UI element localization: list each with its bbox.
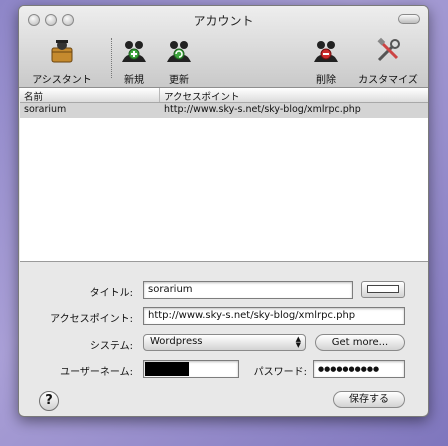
system-select[interactable]: Wordpress ▲ ▼ bbox=[143, 334, 306, 351]
assistant-button[interactable]: アシスタント bbox=[25, 36, 99, 86]
delete-label: 削除 bbox=[316, 75, 336, 86]
delete-button[interactable]: 削除 bbox=[309, 36, 343, 86]
table-header: 名前 アクセスポイント bbox=[20, 88, 428, 103]
tools-icon bbox=[377, 37, 400, 62]
color-swatch bbox=[367, 285, 399, 293]
column-header-access-point[interactable]: アクセスポイント bbox=[160, 88, 428, 103]
assistant-icon bbox=[51, 40, 73, 63]
remove-user-icon bbox=[314, 41, 338, 62]
username-label: ユーザーネーム: bbox=[60, 367, 133, 378]
toolbar-toggle-button[interactable] bbox=[398, 14, 420, 24]
account-table: 名前 アクセスポイント sorarium http://www.sky-s.ne… bbox=[20, 88, 428, 262]
new-button[interactable]: 新規 bbox=[117, 36, 151, 86]
customize-label: カスタマイズ bbox=[358, 75, 418, 86]
table-row[interactable]: sorarium http://www.sky-s.net/sky-blog/x… bbox=[20, 103, 428, 118]
color-well-button[interactable] bbox=[361, 281, 405, 298]
update-button[interactable]: 更新 bbox=[159, 36, 199, 86]
new-label: 新規 bbox=[124, 75, 144, 86]
window-title: アカウント bbox=[193, 14, 254, 28]
save-button[interactable]: 保存する bbox=[333, 391, 405, 408]
password-label: パスワード: bbox=[253, 367, 307, 378]
username-field[interactable] bbox=[143, 360, 239, 378]
column-header-name[interactable]: 名前 bbox=[20, 88, 160, 103]
row-access-point: http://www.sky-s.net/sky-blog/xmlrpc.php bbox=[164, 104, 361, 115]
assistant-label: アシスタント bbox=[32, 75, 92, 86]
password-field[interactable]: ●●●●●●●●●● bbox=[313, 360, 405, 378]
add-user-icon bbox=[122, 41, 146, 62]
chevron-updown-icon: ▲ ▼ bbox=[295, 335, 301, 349]
update-label: 更新 bbox=[169, 75, 189, 86]
row-name: sorarium bbox=[24, 104, 67, 115]
title-field[interactable]: sorarium bbox=[143, 281, 353, 299]
system-label: システム: bbox=[89, 341, 133, 352]
get-more-button[interactable]: Get more... bbox=[315, 334, 405, 351]
refresh-user-icon bbox=[167, 41, 191, 62]
account-window: アカウント アシスタント 新規 更新 削除 カスタマイズ 名前 アクセスポイント… bbox=[18, 5, 429, 417]
access-point-label: アクセスポイント: bbox=[50, 314, 133, 325]
toolbar: アカウント アシスタント 新規 更新 削除 カスタマイズ bbox=[19, 6, 428, 88]
access-point-field[interactable]: http://www.sky-s.net/sky-blog/xmlrpc.php bbox=[143, 307, 405, 325]
help-button[interactable]: ? bbox=[39, 391, 59, 411]
username-redacted bbox=[145, 362, 189, 376]
title-label: タイトル: bbox=[89, 288, 133, 299]
toolbar-separator bbox=[111, 38, 112, 78]
system-select-value: Wordpress bbox=[150, 336, 203, 347]
customize-button[interactable]: カスタマイズ bbox=[351, 36, 425, 86]
